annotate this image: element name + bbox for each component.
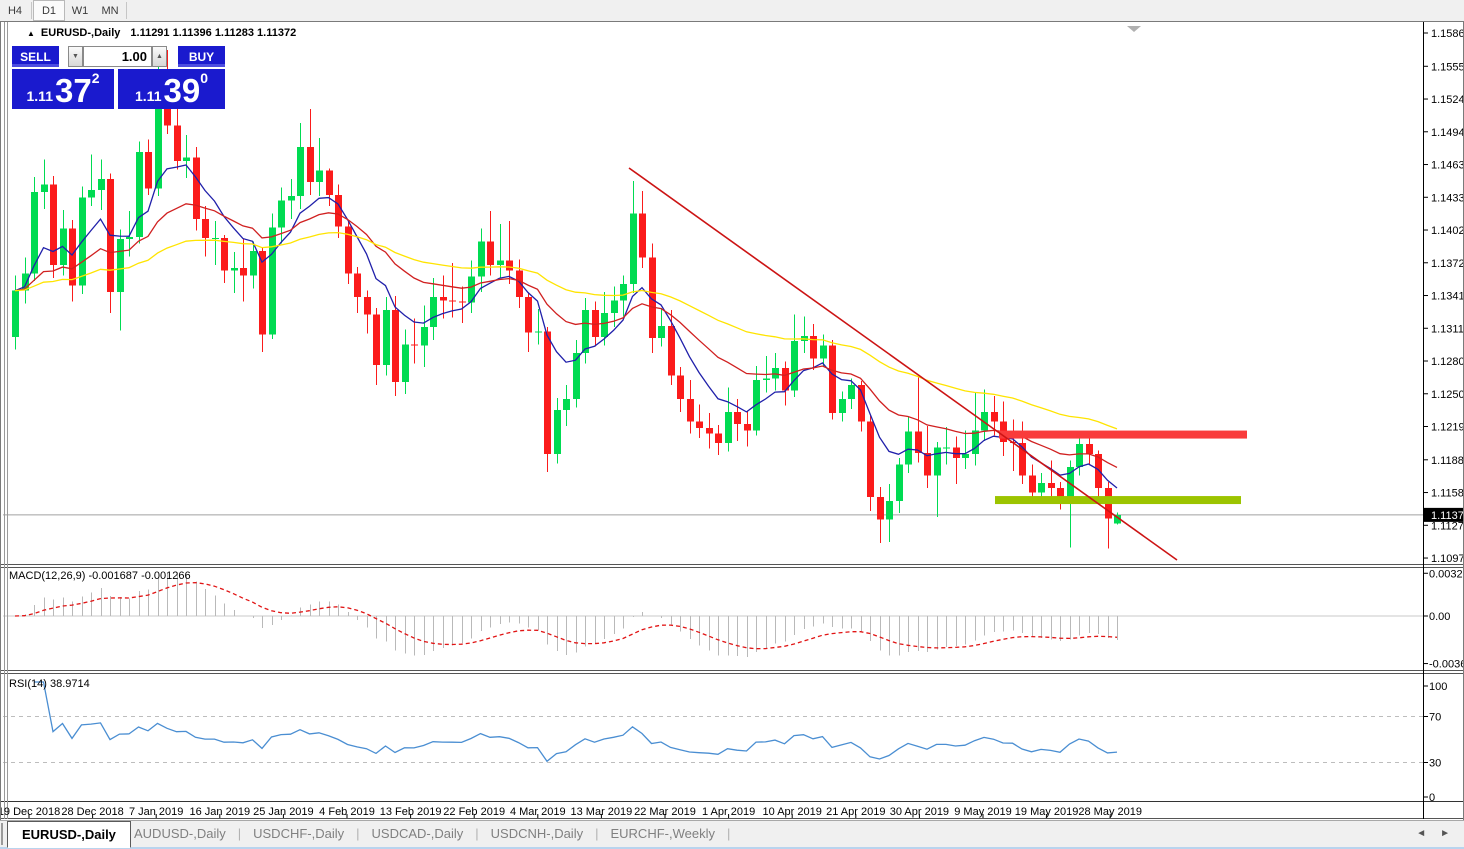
macd-indicator-label: MACD(12,26,9) -0.001687 -0.001266 [9,570,191,582]
date-label: 10 Apr 2019 [763,806,822,818]
date-label: 28 Dec 2018 [61,806,123,818]
svg-text:1.11885: 1.11885 [1431,455,1463,467]
arrow-down-icon: ▼ [72,53,79,60]
timeframe-button-w1[interactable]: W1 [65,0,95,21]
symbol-tab[interactable]: USDCAD-,Daily [360,826,476,841]
buy-price-prefix: 1.11 [135,86,161,106]
svg-text:1.10970: 1.10970 [1431,553,1463,565]
date-label: 7 Jan 2019 [129,806,183,818]
chart-canvas[interactable]: 1.15860 1.15550 1.15245 1.14940 1.14635 1.143… [1,22,1463,820]
buy-price-big: 39 [163,76,200,106]
svg-text:1.13720: 1.13720 [1431,258,1463,270]
svg-text:1.12805: 1.12805 [1431,356,1463,368]
support-band[interactable] [995,496,1241,504]
symbol-tab[interactable]: USDCNH-,Daily [479,826,595,841]
date-label: 30 Apr 2019 [890,806,949,818]
timeframe-toolbar: H4D1W1MN [0,0,1464,22]
date-label: 19 Dec 2018 [1,806,60,818]
buy-button[interactable]: BUY [178,46,225,67]
chart-ohlc-values: 1.11291 1.11396 1.11283 1.11372 [130,27,296,39]
tab-separator: | [727,826,730,841]
tabs-scroll-right-icon[interactable]: ► [1440,828,1450,839]
date-label: 19 May 2019 [1015,806,1079,818]
collapse-panel-icon[interactable]: ▲ [27,29,35,38]
date-label: 9 May 2019 [954,806,1011,818]
svg-text:1.15550: 1.15550 [1431,61,1463,73]
sell-price-display[interactable]: 1.11 37 2 [12,69,114,109]
volume-input[interactable]: 1.00 [83,46,152,67]
svg-text:1.14940: 1.14940 [1431,127,1463,139]
svg-text:0: 0 [1429,792,1435,804]
date-label: 13 Mar 2019 [571,806,633,818]
svg-text:1.14330: 1.14330 [1431,192,1463,204]
volume-increase-button[interactable]: ▲ [152,46,167,67]
timeframe-button-mn[interactable]: MN [95,0,125,21]
svg-text:1.15245: 1.15245 [1431,94,1463,106]
chart-window: 1.15860 1.15550 1.15245 1.14940 1.14635 1.143… [0,21,1464,848]
sell-price-sup: 2 [92,71,100,85]
arrow-up-icon: ▲ [156,53,163,60]
current-price-label: 1.11372 [1431,510,1463,522]
symbol-tab[interactable]: USDCHF-,Daily [241,826,356,841]
svg-text:1.11580: 1.11580 [1431,488,1463,500]
svg-text:100: 100 [1429,681,1447,693]
svg-text:1.12500: 1.12500 [1431,389,1463,401]
svg-text:1.14025: 1.14025 [1431,225,1463,237]
symbol-tab-active[interactable]: EURUSD-,Daily [7,821,131,848]
date-label: 16 Jan 2019 [190,806,251,818]
chart-symbol-title: EURUSD-,Daily [41,27,120,39]
symbol-tab[interactable]: AUDUSD-,Daily [122,826,238,841]
svg-text:1.11275: 1.11275 [1431,520,1463,532]
resistance-band[interactable] [999,431,1247,439]
tabbar-grip[interactable] [1,823,6,845]
date-label: 22 Feb 2019 [443,806,505,818]
svg-text:1.12195: 1.12195 [1431,422,1463,434]
symbol-tab[interactable]: EURCHF-,Weekly [598,826,727,841]
svg-text:-0.003659: -0.003659 [1429,659,1463,671]
date-label: 21 Apr 2019 [826,806,885,818]
svg-text:70: 70 [1429,712,1441,724]
svg-text:1.15860: 1.15860 [1431,28,1463,40]
toolbar-separator [31,2,32,19]
chart-title-row: ▲ EURUSD-,Daily 1.11291 1.11396 1.11283 1.… [27,27,296,39]
volume-decrease-button[interactable]: ▼ [68,46,83,67]
one-click-trade-panel: SELL ▼ 1.00 ▲ BUY 1.11 37 2 1.11 39 0 [12,46,225,109]
date-label: 13 Feb 2019 [380,806,442,818]
sell-button[interactable]: SELL [12,46,59,67]
svg-text:1.13415: 1.13415 [1431,291,1463,303]
timeframe-button-h4[interactable]: H4 [0,0,30,21]
date-label: 1 Apr 2019 [702,806,755,818]
date-label: 25 Jan 2019 [253,806,314,818]
svg-text:1.14635: 1.14635 [1431,160,1463,172]
symbol-tabbar: EURUSD-,Daily AUDUSD-,Daily | USDCHF-,Dail… [0,820,1464,847]
rsi-indicator-label: RSI(14) 38.9714 [9,678,90,690]
buy-price-display[interactable]: 1.11 39 0 [118,69,225,109]
date-label: 22 Mar 2019 [634,806,696,818]
sell-price-big: 37 [55,76,92,106]
date-label: 4 Mar 2019 [510,806,566,818]
svg-text:1.13110: 1.13110 [1431,323,1463,335]
date-axis: 19 Dec 201828 Dec 2018 7 Jan 2019 16 Jan 2… [1,806,1142,818]
timeframe-button-d1[interactable]: D1 [33,0,65,21]
buy-price-sup: 0 [200,71,208,85]
toolbar-separator [126,2,127,19]
tabs-scroll-left-icon[interactable]: ◄ [1416,828,1426,839]
svg-text:0.00: 0.00 [1429,611,1450,623]
sell-price-prefix: 1.11 [27,86,53,106]
svg-text:30: 30 [1429,758,1441,770]
date-label: 4 Feb 2019 [319,806,375,818]
date-label: 28 May 2019 [1078,806,1142,818]
svg-text:0.003287: 0.003287 [1429,568,1463,580]
